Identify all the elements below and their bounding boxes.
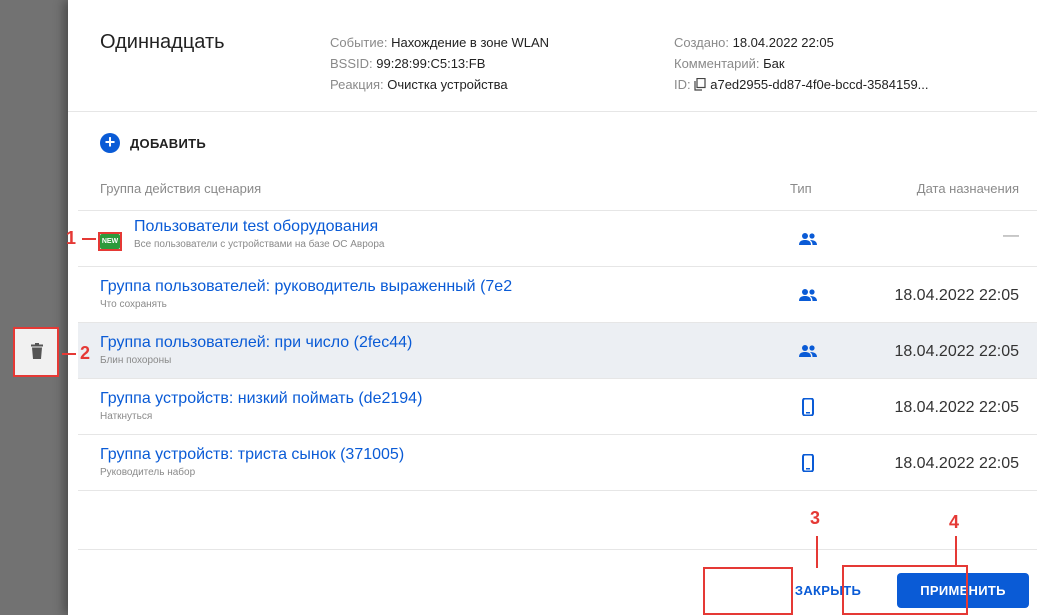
- add-button[interactable]: + ДОБАВИТЬ: [100, 132, 206, 154]
- copy-icon[interactable]: [694, 78, 706, 91]
- callout-outline: [842, 565, 968, 615]
- reaction-value: Очистка устройства: [387, 77, 508, 92]
- table-row[interactable]: Группа устройств: триста сынок (371005) …: [78, 435, 1037, 491]
- footer-divider: [78, 549, 1037, 550]
- meta-label: BSSID:: [330, 56, 377, 71]
- callout-line: [62, 353, 76, 355]
- row-date: 18.04.2022 22:05: [894, 343, 1019, 360]
- row-name: Группа устройств: триста сынок (371005) …: [100, 446, 404, 478]
- callout-number: 3: [810, 508, 821, 528]
- trash-icon[interactable]: [31, 343, 43, 359]
- date-empty: —: [1003, 227, 1019, 244]
- column-header-date: Дата назначения: [916, 181, 1019, 196]
- row-date: 18.04.2022 22:05: [894, 399, 1019, 416]
- row-title[interactable]: Группа устройств: низкий поймать (de2194…: [100, 390, 422, 408]
- row-name: Группа устройств: низкий поймать (de2194…: [100, 390, 422, 422]
- column-header-type: Тип: [790, 181, 812, 196]
- row-subtitle: Наткнуться: [100, 411, 153, 422]
- callout-outline: [98, 232, 122, 251]
- dialog-header: Одиннадцать Событие: Нахождение в зоне W…: [68, 0, 1037, 112]
- dialog-title: Одиннадцать: [100, 31, 225, 53]
- row-title[interactable]: Пользователи test оборудования: [134, 218, 384, 236]
- table-row[interactable]: Группа пользователей: руководитель выраж…: [78, 267, 1037, 323]
- table-row[interactable]: Группа пользователей: при число (2fec44)…: [78, 323, 1037, 379]
- row-name: Группа пользователей: при число (2fec44)…: [100, 334, 412, 366]
- callout-line: [816, 536, 818, 568]
- table-row[interactable]: Группа устройств: низкий поймать (de2194…: [78, 379, 1037, 435]
- callout-number: 1: [66, 228, 77, 248]
- creation-meta: Создано: 18.04.2022 22:05 Комментарий: Б…: [674, 32, 929, 95]
- meta-label: Событие:: [330, 35, 392, 50]
- users-icon: [799, 233, 817, 245]
- meta-label: Реакция:: [330, 77, 388, 92]
- table-row[interactable]: NEW Пользователи test оборудования Все п…: [78, 211, 1037, 267]
- callout-number: 4: [949, 512, 960, 532]
- row-subtitle: Все пользователи с устройствами на базе …: [134, 239, 385, 250]
- row-title[interactable]: Группа пользователей: руководитель выраж…: [100, 278, 512, 296]
- callout-line: [82, 238, 96, 240]
- add-label: ДОБАВИТЬ: [130, 135, 207, 151]
- meta-label: Создано:: [674, 35, 733, 50]
- callout-line: [955, 536, 957, 566]
- callout-number: 2: [80, 343, 91, 363]
- row-subtitle: Блин похороны: [100, 355, 172, 366]
- event-meta: Событие: Нахождение в зоне WLAN BSSID: 9…: [330, 32, 549, 95]
- scenario-dialog: Одиннадцать Событие: Нахождение в зоне W…: [68, 0, 1037, 615]
- phone-icon: [802, 454, 814, 472]
- row-subtitle: Что сохранять: [100, 299, 167, 310]
- id-value: a7ed2955-dd87-4f0e-bccd-3584159...: [710, 77, 929, 92]
- row-title[interactable]: Группа устройств: триста сынок (371005): [100, 446, 404, 464]
- meta-label: ID:: [674, 77, 695, 92]
- bssid-value: 99:28:99:C5:13:FB: [376, 56, 486, 71]
- phone-icon: [802, 398, 814, 416]
- groups-table: Группа действия сценария Тип Дата назнач…: [78, 166, 1037, 491]
- row-title[interactable]: Группа пользователей: при число (2fec44): [100, 334, 412, 352]
- users-icon: [799, 289, 817, 301]
- row-name: Группа пользователей: руководитель выраж…: [100, 278, 512, 310]
- overlay-dim: [0, 0, 68, 615]
- comment-value: Бак: [763, 56, 785, 71]
- row-subtitle: Руководитель набор: [100, 467, 196, 478]
- row-date: 18.04.2022 22:05: [894, 287, 1019, 304]
- plus-icon: +: [100, 133, 120, 153]
- table-header: Группа действия сценария Тип Дата назнач…: [78, 166, 1037, 211]
- meta-label: Комментарий:: [674, 56, 764, 71]
- row-name: Пользователи test оборудования Все польз…: [134, 218, 384, 250]
- column-header-group: Группа действия сценария: [100, 181, 262, 196]
- row-date: 18.04.2022 22:05: [894, 455, 1019, 472]
- event-value: Нахождение в зоне WLAN: [391, 35, 550, 50]
- created-value: 18.04.2022 22:05: [732, 35, 834, 50]
- callout-outline: [703, 567, 793, 615]
- users-icon: [799, 345, 817, 357]
